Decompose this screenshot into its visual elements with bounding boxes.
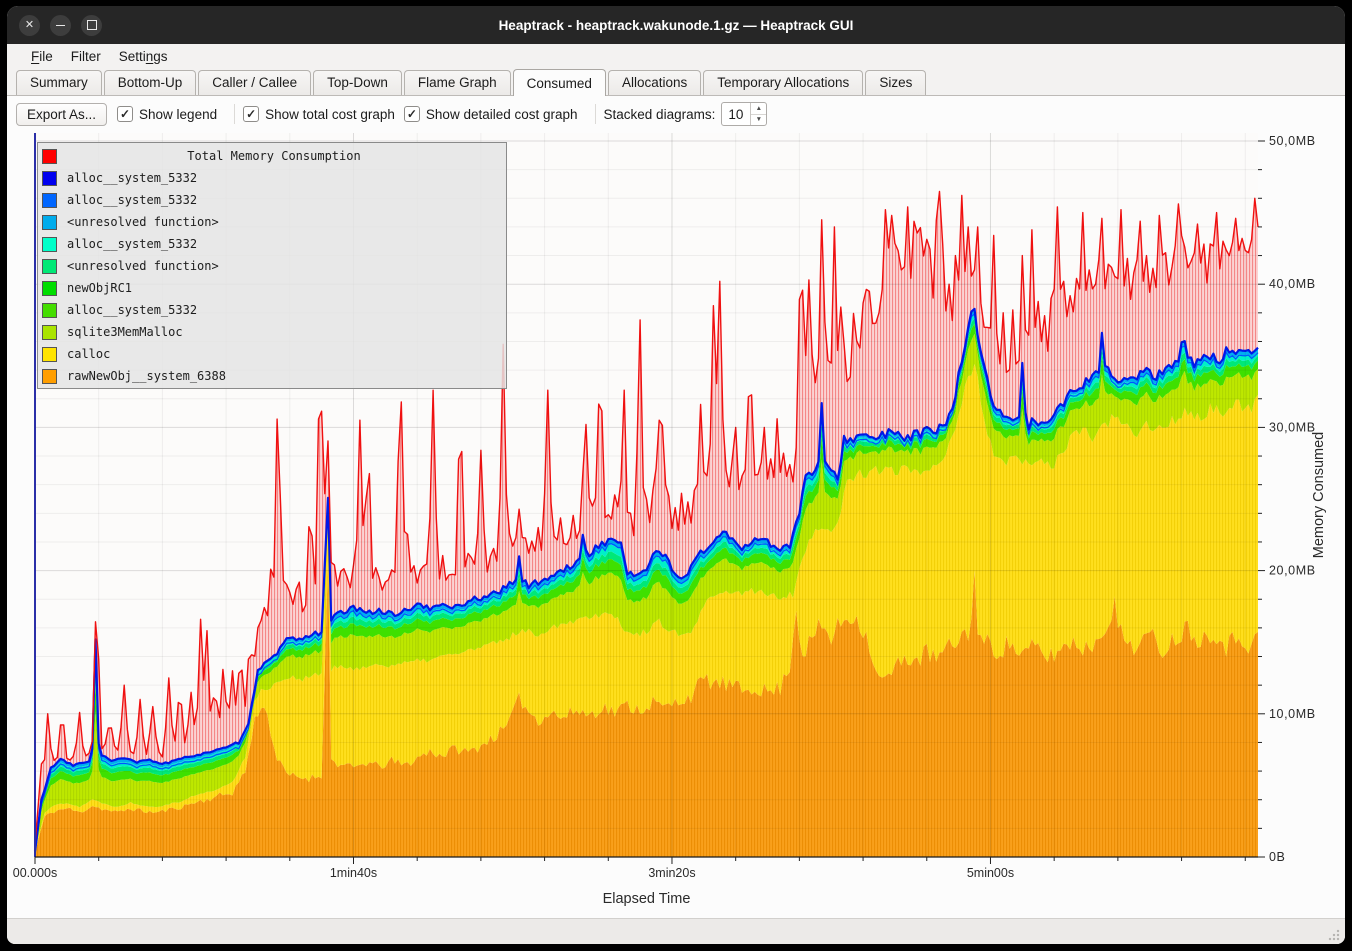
legend-swatch	[42, 325, 57, 340]
checkbox-check-icon: ✓	[243, 106, 259, 122]
toolbar: Export As... ✓ Show legend ✓ Show total …	[7, 96, 1345, 132]
menubar: File Filter Settings	[7, 44, 1345, 68]
app-window: ✕ Heaptrack - heaptrack.wakunode.1.gz — …	[7, 6, 1345, 944]
spinner-value[interactable]: 10	[722, 103, 750, 125]
svg-text:50,0MB: 50,0MB	[1269, 134, 1316, 148]
svg-text:20,0MB: 20,0MB	[1269, 564, 1316, 578]
legend-swatch	[42, 347, 57, 362]
legend-row: alloc__system_5332	[38, 233, 506, 255]
legend-row: newObjRC1	[38, 277, 506, 299]
menu-settings[interactable]: Settings	[110, 47, 177, 66]
stacked-diagrams-spinner[interactable]: 10 ▲ ▼	[721, 102, 767, 126]
legend-swatch	[42, 281, 57, 296]
tab-temporary-allocations[interactable]: Temporary Allocations	[703, 70, 863, 95]
tab-summary[interactable]: Summary	[16, 70, 102, 95]
checkbox-check-icon: ✓	[404, 106, 420, 122]
legend-row: sqlite3MemMalloc	[38, 321, 506, 343]
tab-bar: Summary Bottom-Up Caller / Callee Top-Do…	[7, 68, 1345, 96]
svg-text:40,0MB: 40,0MB	[1269, 277, 1316, 291]
legend-row-total: Total Memory Consumption	[38, 145, 506, 167]
svg-text:Memory Consumed: Memory Consumed	[1311, 432, 1327, 559]
svg-text:1min40s: 1min40s	[330, 866, 377, 880]
legend-swatch	[42, 259, 57, 274]
svg-text:5min00s: 5min00s	[967, 866, 1014, 880]
toolbar-separator	[595, 104, 596, 124]
chart-legend: Total Memory Consumption alloc__system_5…	[37, 142, 507, 389]
legend-swatch	[42, 193, 57, 208]
tab-sizes[interactable]: Sizes	[865, 70, 926, 95]
tab-caller-callee[interactable]: Caller / Callee	[198, 70, 311, 95]
tab-allocations[interactable]: Allocations	[608, 70, 701, 95]
export-as-button[interactable]: Export As...	[16, 103, 107, 126]
menu-filter[interactable]: Filter	[62, 47, 110, 66]
svg-text:30,0MB: 30,0MB	[1269, 420, 1316, 434]
show-detailed-cost-checkbox[interactable]: ✓ Show detailed cost graph	[404, 106, 578, 122]
tab-top-down[interactable]: Top-Down	[313, 70, 402, 95]
legend-row: calloc	[38, 343, 506, 365]
spinner-up-button[interactable]: ▲	[751, 103, 766, 115]
legend-row: alloc__system_5332	[38, 167, 506, 189]
svg-text:0B: 0B	[1269, 850, 1286, 864]
legend-row: <unresolved function>	[38, 255, 506, 277]
legend-row: rawNewObj__system_6388	[38, 365, 506, 387]
resize-grip[interactable]	[1328, 929, 1340, 941]
status-bar	[7, 918, 1345, 944]
legend-swatch	[42, 237, 57, 252]
legend-row: <unresolved function>	[38, 211, 506, 233]
legend-row: alloc__system_5332	[38, 189, 506, 211]
legend-swatch	[42, 215, 57, 230]
svg-text:3min20s: 3min20s	[648, 866, 695, 880]
legend-swatch	[42, 149, 57, 164]
spinner-down-button[interactable]: ▼	[751, 115, 766, 126]
memory-consumption-chart[interactable]: 00.000s 1min40s 3min20s 5min00s 0B 10,0MB 20,0…	[7, 132, 1345, 918]
window-title: Heaptrack - heaptrack.wakunode.1.gz — He…	[7, 18, 1345, 33]
toolbar-separator	[234, 104, 235, 124]
legend-swatch	[42, 369, 57, 384]
checkbox-check-icon: ✓	[117, 106, 133, 122]
tab-flame-graph[interactable]: Flame Graph	[404, 70, 511, 95]
stacked-diagrams-label: Stacked diagrams:	[604, 107, 716, 122]
legend-swatch	[42, 171, 57, 186]
show-legend-checkbox[interactable]: ✓ Show legend	[117, 106, 217, 122]
legend-swatch	[42, 303, 57, 318]
svg-text:10,0MB: 10,0MB	[1269, 707, 1316, 721]
legend-row: alloc__system_5332	[38, 299, 506, 321]
show-total-cost-checkbox[interactable]: ✓ Show total cost graph	[243, 106, 395, 122]
menu-file[interactable]: File	[22, 47, 62, 66]
tab-consumed[interactable]: Consumed	[513, 69, 606, 96]
tab-bottom-up[interactable]: Bottom-Up	[104, 70, 197, 95]
titlebar: ✕ Heaptrack - heaptrack.wakunode.1.gz — …	[7, 6, 1345, 44]
svg-text:Elapsed Time: Elapsed Time	[603, 891, 691, 907]
svg-text:00.000s: 00.000s	[13, 866, 57, 880]
